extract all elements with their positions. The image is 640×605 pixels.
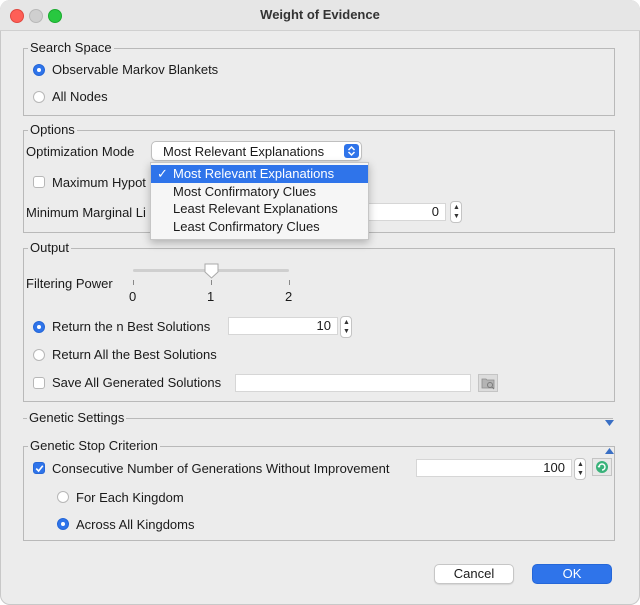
dropdown-item-label: Most Confirmatory Clues	[173, 184, 317, 199]
all-nodes-radio[interactable]	[33, 91, 45, 103]
collapse-triangle-icon[interactable]	[605, 414, 614, 429]
window-title: Weight of Evidence	[260, 7, 380, 22]
slider-tick	[289, 280, 290, 285]
dropdown-item-label: Most Relevant Explanations	[173, 166, 335, 181]
stepper-down-icon[interactable]: ▼	[453, 213, 460, 220]
search-space-legend: Search Space	[28, 40, 114, 55]
consecutive-generations-stepper[interactable]: ▲ ▼	[574, 458, 586, 480]
slider-tick	[211, 280, 212, 285]
across-all-kingdoms-label: Across All Kingdoms	[76, 517, 195, 532]
for-each-kingdom-label: For Each Kingdom	[76, 490, 184, 505]
save-all-solutions-label: Save All Generated Solutions	[52, 375, 222, 390]
save-path-field[interactable]	[235, 374, 471, 392]
return-all-best-radio[interactable]	[33, 349, 45, 361]
options-legend: Options	[28, 122, 77, 137]
filtering-power-slider-thumb[interactable]	[204, 263, 219, 279]
all-nodes-label: All Nodes	[52, 89, 108, 104]
output-legend: Output	[28, 240, 72, 255]
genetic-settings-legend[interactable]: Genetic Settings	[27, 410, 127, 425]
minimum-marginal-field[interactable]: 0	[364, 203, 446, 221]
return-n-best-radio[interactable]	[33, 321, 45, 333]
folder-browse-icon[interactable]	[478, 374, 498, 392]
consecutive-generations-field[interactable]: 100	[416, 459, 572, 477]
minimum-marginal-label: Minimum Marginal Li	[26, 205, 146, 220]
slider-tick-label: 0	[129, 289, 137, 304]
title-bar: Weight of Evidence	[0, 0, 640, 31]
optimization-mode-value: Most Relevant Explanations	[163, 144, 325, 159]
dropdown-item-most-confirmatory-clues[interactable]: Most Confirmatory Clues	[151, 183, 368, 201]
stepper-down-icon[interactable]: ▼	[577, 470, 584, 477]
up-down-arrows-icon	[344, 144, 359, 158]
dialog-window: Weight of Evidence Search Space Observab…	[0, 0, 640, 605]
save-all-solutions-checkbox[interactable]	[33, 377, 45, 389]
return-n-best-stepper[interactable]: ▲ ▼	[340, 316, 352, 338]
optimization-mode-dropdown: ✓ Most Relevant Explanations Most Confir…	[150, 162, 369, 240]
for-each-kingdom-radio[interactable]	[57, 491, 69, 503]
maximum-hypothesis-label: Maximum Hypot	[52, 175, 146, 190]
observable-markov-blankets-label: Observable Markov Blankets	[52, 62, 219, 77]
optimization-mode-select[interactable]: Most Relevant Explanations	[151, 141, 362, 161]
dropdown-item-label: Least Relevant Explanations	[173, 201, 338, 216]
return-n-best-field[interactable]: 10	[228, 317, 338, 335]
search-space-group: Search Space	[23, 40, 615, 116]
checkmark-icon: ✓	[157, 166, 168, 181]
consecutive-generations-checkbox[interactable]	[33, 462, 45, 474]
slider-tick-label: 1	[207, 289, 215, 304]
return-all-best-label: Return All the Best Solutions	[52, 347, 217, 362]
ok-button[interactable]: OK	[532, 564, 612, 584]
dropdown-item-label: Least Confirmatory Clues	[173, 219, 320, 234]
slider-tick-label: 2	[285, 289, 293, 304]
stepper-up-icon[interactable]: ▲	[343, 319, 350, 326]
maximum-hypothesis-checkbox[interactable]	[33, 176, 45, 188]
slider-tick	[133, 280, 134, 285]
stepper-up-icon[interactable]: ▲	[453, 204, 460, 211]
across-all-kingdoms-radio[interactable]	[57, 518, 69, 530]
dropdown-item-most-relevant-explanations[interactable]: ✓ Most Relevant Explanations	[151, 165, 368, 183]
dropdown-item-least-relevant-explanations[interactable]: Least Relevant Explanations	[151, 200, 368, 218]
genetic-stop-legend: Genetic Stop Criterion	[28, 438, 160, 453]
observable-markov-blankets-radio[interactable]	[33, 64, 45, 76]
return-n-best-label: Return the n Best Solutions	[52, 319, 211, 334]
refresh-icon[interactable]	[592, 458, 612, 476]
consecutive-generations-label: Consecutive Number of Generations Withou…	[52, 461, 390, 476]
cancel-button[interactable]: Cancel	[434, 564, 514, 584]
minimum-marginal-stepper[interactable]: ▲ ▼	[450, 201, 462, 223]
stepper-up-icon[interactable]: ▲	[577, 461, 584, 468]
stepper-down-icon[interactable]: ▼	[343, 328, 350, 335]
genetic-settings-group: Genetic Settings	[23, 410, 613, 429]
optimization-mode-label: Optimization Mode	[26, 144, 135, 159]
filtering-power-label: Filtering Power	[26, 276, 113, 291]
expand-triangle-icon[interactable]	[605, 442, 614, 457]
dropdown-item-least-confirmatory-clues[interactable]: Least Confirmatory Clues	[151, 218, 368, 236]
